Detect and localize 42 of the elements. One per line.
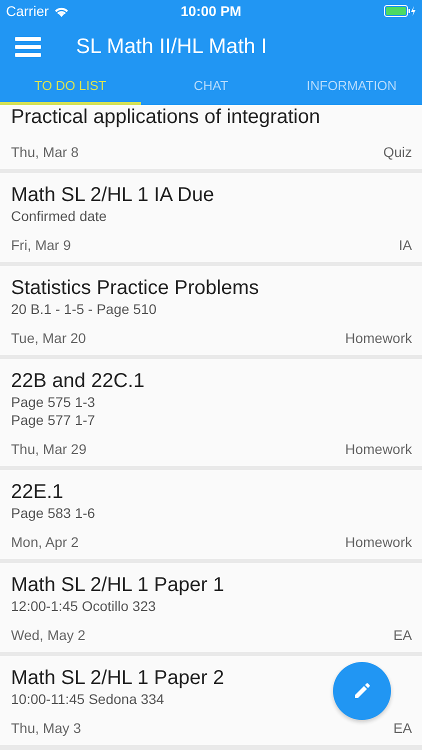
due-date: Wed, May 2 (11, 626, 86, 644)
wifi-icon (54, 6, 69, 16)
task-type: Homework (345, 440, 412, 458)
task-type: Homework (345, 329, 412, 347)
task-title: Practical applications of integration (11, 105, 322, 129)
task-type: EA (393, 626, 412, 644)
task-card[interactable]: Math SL 2/HL 1 Paper 2 10:00-11:45 Sedona 334 Thu, May 3 EA (0, 656, 422, 745)
task-card[interactable]: 22E.1 Page 583 1-6 Mon, Apr 2 Homework (0, 470, 422, 559)
due-date: Mon, Apr 2 (11, 533, 79, 551)
task-title: Math SL 2/HL 1 Paper 2 (11, 666, 226, 690)
due-date: Tue, Mar 20 (11, 329, 86, 347)
task-title: 22B and 22C.1 (11, 369, 146, 393)
carrier-text: Carrier (6, 3, 49, 19)
status-time: 10:00 PM (180, 3, 242, 19)
task-title: Math SL 2/HL 1 Paper 1 (11, 573, 226, 597)
task-card[interactable]: Statistics Practice Problems 20 B.1 - 1-5 - Page 510 Tue, Mar 20 Homework (0, 266, 422, 355)
task-detail: Page 575 1-3 (11, 393, 96, 411)
task-card[interactable]: Practical applications of integration Thu, Mar 8 Quiz (0, 105, 422, 169)
task-title: 22E.1 (11, 480, 64, 504)
task-detail: Confirmed date (11, 207, 107, 225)
task-type: EA (393, 719, 412, 737)
due-date: Thu, Mar 29 (11, 440, 86, 458)
task-card[interactable]: 22B and 22C.1 Page 575 1-3 Page 577 1-7 Thu, Mar 29 Homework (0, 359, 422, 466)
task-type: Homework (345, 533, 412, 551)
task-detail: 20 B.1 - 1-5 - Page 510 (11, 300, 157, 318)
due-date: Thu, May 3 (11, 719, 82, 737)
due-date: Fri, Mar 9 (11, 236, 71, 254)
task-detail: 12:00-1:45 Ocotillo 323 (11, 597, 156, 615)
task-type: IA (398, 236, 412, 254)
task-card[interactable]: Math SL 2/HL 1 IA Due Confirmed date Fri, Mar 9 IA (0, 173, 422, 262)
task-card[interactable]: Math SL 2/HL 1 Paper 1 12:00-1:45 Ocotillo 323 Wed, May 2 EA (0, 563, 422, 652)
task-detail: Page 577 1-7 (11, 411, 96, 429)
course-title: SL Math II/HL Math I (76, 35, 268, 59)
battery-icon (384, 5, 416, 17)
task-title: Math SL 2/HL 1 IA Due (11, 183, 216, 207)
task-type: Quiz (383, 143, 412, 161)
task-detail: Page 583 1-6 (11, 504, 96, 522)
task-detail: 10:00-11:45 Sedona 334 (11, 690, 164, 708)
task-title: Statistics Practice Problems (11, 276, 260, 300)
menu-icon[interactable] (15, 37, 41, 57)
due-date: Thu, Mar 8 (11, 143, 79, 161)
pencil-icon (353, 682, 371, 700)
